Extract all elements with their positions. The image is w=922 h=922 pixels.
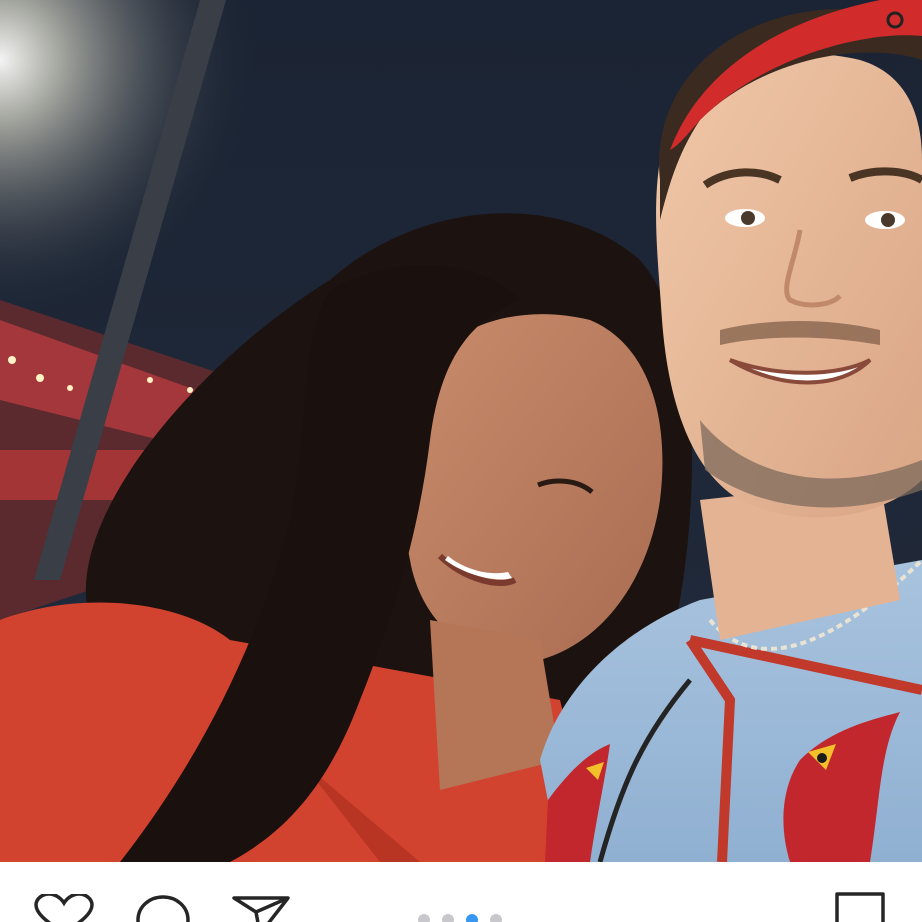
heart-outline-icon[interactable] xyxy=(34,894,94,922)
carousel-dot-1 xyxy=(418,914,430,922)
carousel-dot-4 xyxy=(490,914,502,922)
carousel-indicator xyxy=(416,914,508,922)
bookmark-outline-icon[interactable] xyxy=(834,892,886,922)
post-photo[interactable] xyxy=(0,0,922,862)
carousel-dot-2 xyxy=(442,914,454,922)
paper-plane-icon[interactable] xyxy=(232,894,290,922)
carousel-dot-3-active xyxy=(466,914,478,922)
comment-bubble-icon[interactable] xyxy=(135,894,191,922)
selfie-illustration xyxy=(0,0,922,862)
instagram-post xyxy=(0,0,922,922)
